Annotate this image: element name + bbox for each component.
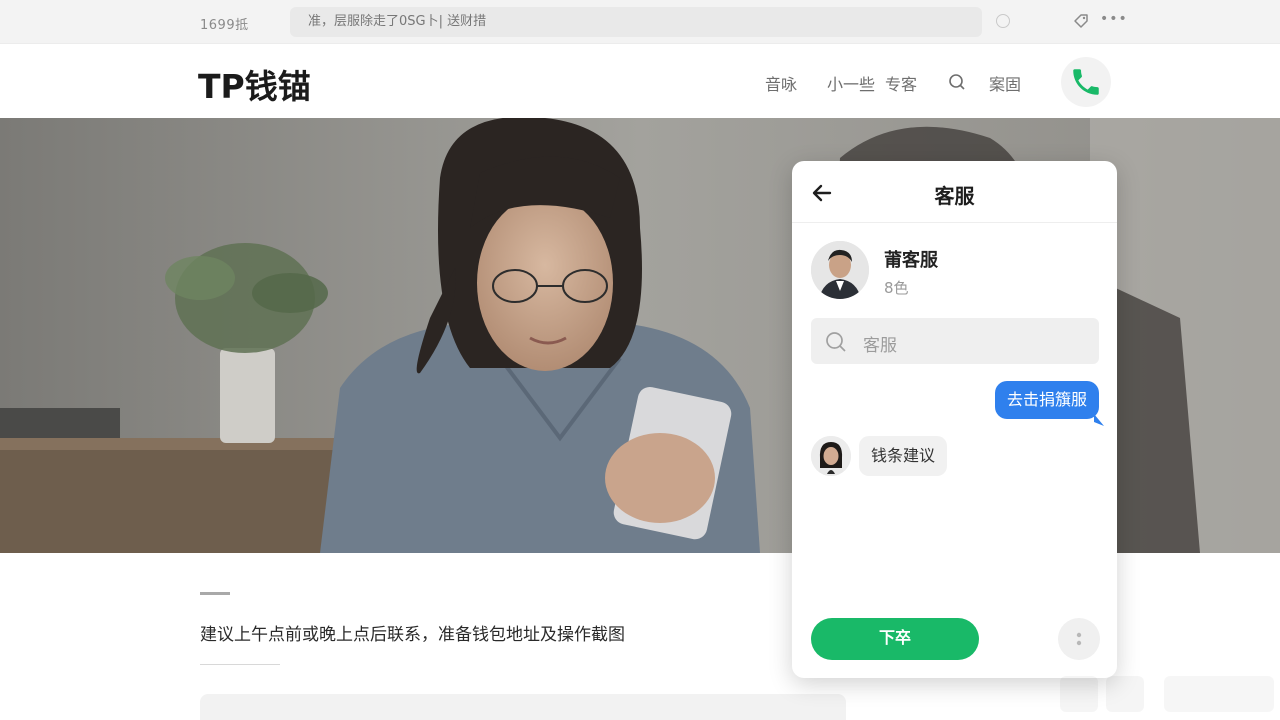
outgoing-message: 去击捐籏服 [995, 381, 1100, 419]
bubble-tail [1094, 411, 1104, 426]
incoming-message: 钱条建议 [859, 436, 948, 476]
notice-bar[interactable]: 准，层服除走了0SG卜| 送财措 [290, 7, 982, 37]
chat-panel: 客服 莆客服 8色 客服 去击捐籏服 钱条建议 下卒 [792, 161, 1117, 678]
chat-search-input[interactable]: 客服 [811, 318, 1099, 364]
tag-icon[interactable] [1072, 12, 1090, 30]
agent-avatar [811, 241, 869, 299]
clock-icon[interactable] [996, 14, 1010, 28]
phone-icon [1073, 69, 1099, 95]
agent-name: 莆客服 [884, 250, 938, 271]
site-header: TP钱锚 音咏 小一些 专客 案固 [0, 44, 1280, 118]
phone-button[interactable] [1061, 57, 1111, 107]
logo[interactable]: TP钱锚 [198, 60, 311, 108]
agent-status: 8色 [884, 279, 909, 297]
search-icon[interactable] [948, 73, 966, 91]
content-card [200, 694, 846, 720]
nav-item-3[interactable]: 专客 [885, 71, 917, 95]
nav-item-4[interactable]: 案固 [989, 71, 1021, 95]
options-button[interactable] [1058, 618, 1100, 660]
nav-item-1[interactable]: 音咏 [765, 71, 797, 95]
chat-cta-button[interactable]: 下卒 [811, 618, 979, 660]
search-icon [825, 331, 847, 353]
section-divider [200, 664, 280, 665]
chat-title: 客服 [934, 184, 975, 208]
nav-item-2[interactable]: 小一些 [827, 71, 875, 95]
user-avatar [811, 436, 851, 476]
top-bar: 1699抵 准，层服除走了0SG卜| 送财措 ••• [0, 0, 1280, 44]
section-dash [200, 592, 230, 595]
watermark-logo [1050, 668, 1280, 720]
more-icon[interactable]: ••• [1100, 11, 1128, 27]
chat-search-placeholder: 客服 [863, 336, 897, 356]
chat-header: 客服 [792, 161, 1117, 223]
top-code: 1699抵 [200, 18, 249, 33]
advice-text: 建议上午点前或晚上点后联系，准备钱包地址及操作截图 [200, 625, 625, 645]
dots-icon [1076, 632, 1082, 646]
